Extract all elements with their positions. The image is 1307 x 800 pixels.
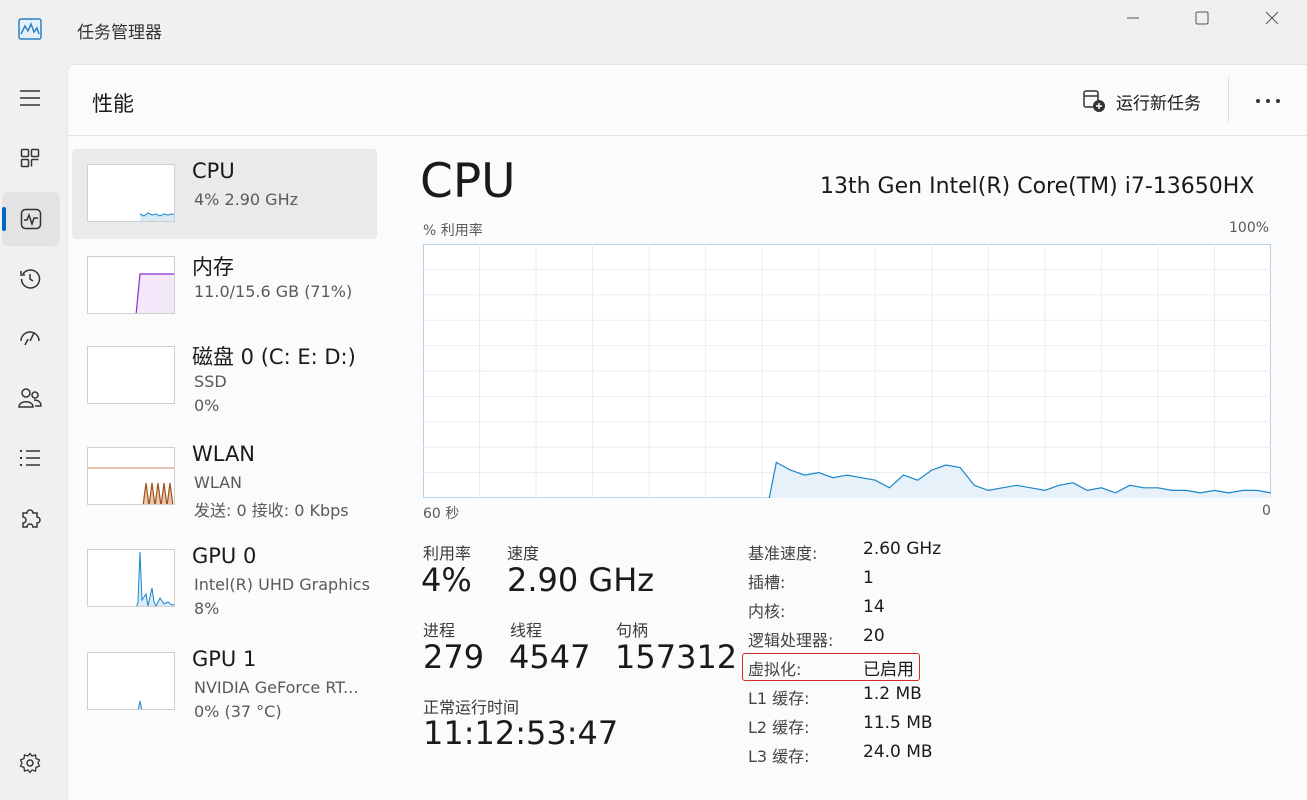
- nav-users[interactable]: [0, 371, 60, 425]
- window-title: 任务管理器: [77, 23, 162, 43]
- spec-value: 14: [863, 597, 885, 617]
- device-detail: 8%: [194, 599, 220, 618]
- device-item-gpu1[interactable]: GPU 1 NVIDIA GeForce RT... 0% (37 °C): [72, 637, 377, 727]
- graph-x-axis-label: 60 秒: [423, 506, 460, 522]
- run-new-task-label: 运行新任务: [1116, 93, 1201, 114]
- graph-y-max-label: 100%: [1229, 220, 1270, 236]
- spec-label: 基准速度:: [748, 544, 818, 563]
- nav-hamburger-button[interactable]: [0, 71, 60, 125]
- device-name: WLAN: [192, 442, 256, 466]
- nav-app-history[interactable]: [0, 252, 60, 306]
- nav-processes[interactable]: [0, 131, 60, 185]
- header-separator: [1228, 76, 1229, 122]
- utilization-value: 4%: [421, 561, 472, 599]
- new-task-icon: [1083, 90, 1105, 112]
- device-detail: 0% (37 °C): [194, 702, 282, 721]
- pulse-icon: [20, 208, 42, 230]
- device-detail: 发送: 0 接收: 0 Kbps: [194, 501, 349, 520]
- device-item-memory[interactable]: 内存 11.0/15.6 GB (71%): [72, 241, 377, 331]
- cpu-model-name: 13th Gen Intel(R) Core(TM) i7-13650HX: [820, 174, 1255, 199]
- device-thumbnail-wlan: [87, 447, 175, 505]
- spec-label: L2 缓存:: [748, 718, 810, 737]
- spec-value: 已启用: [863, 660, 914, 680]
- nav-services[interactable]: [0, 491, 60, 545]
- app-icon: [18, 18, 42, 40]
- minimize-button[interactable]: [1109, 4, 1157, 32]
- spec-label: L3 缓存:: [748, 747, 810, 766]
- gear-icon: [19, 752, 41, 774]
- device-item-disk[interactable]: 磁盘 0 (C: E: D:) SSD 0%: [72, 331, 377, 421]
- handles-value: 157312: [615, 638, 738, 676]
- maximize-icon: [1195, 11, 1209, 25]
- puzzle-icon: [22, 509, 41, 528]
- header-divider: [67, 135, 1307, 136]
- maximize-button[interactable]: [1178, 4, 1226, 32]
- device-name: 内存: [192, 255, 234, 279]
- graph-y-axis-label: % 利用率: [423, 223, 483, 239]
- device-item-cpu[interactable]: CPU 4% 2.90 GHz: [72, 149, 377, 239]
- nav-performance[interactable]: [2, 192, 60, 246]
- device-detail: Intel(R) UHD Graphics: [194, 575, 370, 594]
- spec-value: 1: [863, 568, 874, 588]
- grid-icon: [20, 148, 40, 168]
- device-detail: 4% 2.90 GHz: [194, 190, 299, 209]
- spec-value: 24.0 MB: [863, 742, 933, 762]
- detail-title: CPU: [420, 154, 516, 209]
- users-icon: [18, 388, 42, 408]
- minimize-icon: [1127, 17, 1139, 19]
- page-title: 性能: [92, 92, 134, 116]
- history-icon: [20, 269, 41, 289]
- device-thumbnail-gpu0: [87, 549, 175, 607]
- device-thumbnail-memory: [87, 256, 175, 314]
- spec-value: 2.60 GHz: [863, 539, 942, 559]
- processes-value: 279: [423, 638, 485, 676]
- device-detail: NVIDIA GeForce RT...: [194, 678, 359, 697]
- uptime-value: 11:12:53:47: [423, 714, 619, 752]
- device-name: 磁盘 0 (C: E: D:): [192, 345, 356, 369]
- device-detail: WLAN: [194, 473, 243, 492]
- run-new-task-button[interactable]: 运行新任务: [1082, 86, 1201, 116]
- spec-label: L1 缓存:: [748, 689, 810, 708]
- more-icon: [1256, 99, 1280, 103]
- device-name: GPU 1: [192, 647, 257, 671]
- spec-label: 插槽:: [748, 573, 786, 592]
- device-item-wlan[interactable]: WLAN WLAN 发送: 0 接收: 0 Kbps: [72, 432, 377, 522]
- device-name: CPU: [192, 159, 235, 183]
- close-button[interactable]: [1248, 4, 1296, 32]
- spec-value: 20: [863, 626, 885, 646]
- device-thumbnail-gpu1: [87, 652, 175, 710]
- device-name: GPU 0: [192, 544, 257, 568]
- nav-startup-apps[interactable]: [0, 311, 60, 365]
- device-detail: 0%: [194, 396, 220, 415]
- cpu-utilization-graph: [423, 244, 1271, 498]
- device-item-gpu0[interactable]: GPU 0 Intel(R) UHD Graphics 8%: [72, 534, 377, 624]
- speed-value: 2.90 GHz: [507, 561, 655, 599]
- speedometer-icon: [20, 331, 40, 346]
- threads-value: 4547: [509, 638, 591, 676]
- list-icon: [20, 450, 40, 466]
- hamburger-icon: [20, 90, 40, 106]
- device-detail: SSD: [194, 372, 227, 391]
- nav-details[interactable]: [0, 431, 60, 485]
- nav-settings[interactable]: [0, 736, 60, 790]
- spec-label: 内核:: [748, 602, 786, 621]
- device-thumbnail-cpu: [87, 164, 175, 222]
- nav-selected-indicator: [2, 207, 6, 231]
- close-icon: [1265, 11, 1279, 25]
- spec-value: 1.2 MB: [863, 684, 922, 704]
- device-thumbnail-disk: [87, 346, 175, 404]
- graph-x-min-label: 0: [1262, 503, 1271, 519]
- spec-label: 逻辑处理器:: [748, 631, 834, 650]
- spec-value: 11.5 MB: [863, 713, 933, 733]
- more-options-button[interactable]: [1248, 88, 1288, 114]
- device-detail: 11.0/15.6 GB (71%): [194, 282, 353, 301]
- spec-label: 虚拟化:: [748, 660, 802, 679]
